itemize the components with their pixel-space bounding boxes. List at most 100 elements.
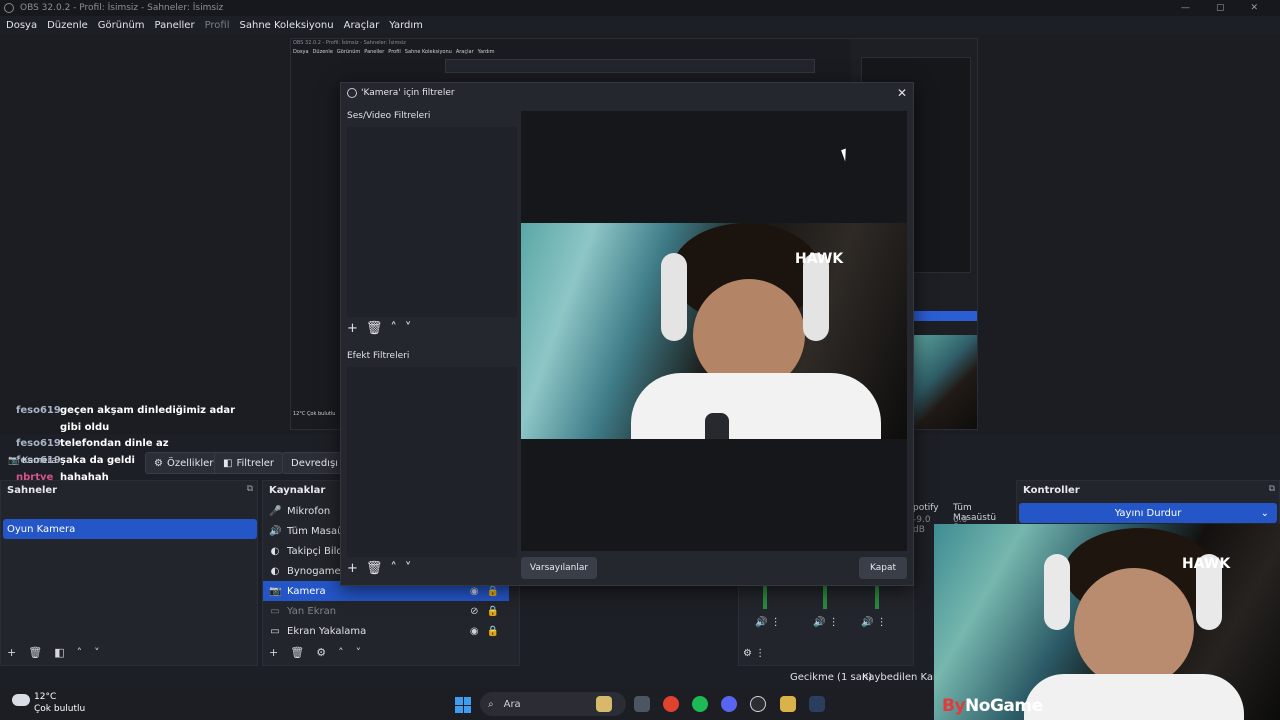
menu-paneller[interactable]: Paneller	[155, 20, 195, 31]
mixer-channel-1-value: -9.0 dB	[913, 515, 931, 535]
move-down-icon[interactable]: ˅	[356, 646, 362, 659]
file-explorer-icon[interactable]	[634, 696, 650, 712]
filters-dialog: 'Kamera' için filtreler ✕ Ses/Video Filt…	[340, 82, 914, 586]
menu-sahne-koleksiyonu[interactable]: Sahne Koleksiyonu	[240, 20, 334, 31]
windows-start-icon[interactable]	[455, 697, 471, 713]
speaker-icon[interactable]: 🔊 ⋮	[861, 617, 887, 628]
source-type-icon: ▭	[270, 605, 280, 617]
move-up-icon[interactable]: ˄	[77, 646, 83, 659]
weather-condition[interactable]: Çok bulutlu	[34, 704, 85, 714]
move-up-icon[interactable]: ˄	[390, 321, 397, 336]
scenes-header: Sahneler	[7, 484, 58, 496]
preview-headphone-left	[661, 253, 687, 341]
defaults-button[interactable]: Varsayılanlar	[521, 557, 597, 579]
spotify-icon[interactable]	[692, 696, 708, 712]
close-button[interactable]: ✕	[1250, 3, 1258, 13]
window-titlebar: OBS 32.0.2 - Profil: İsimsiz - Sahneler:…	[0, 0, 1280, 16]
webcam-face	[1074, 568, 1194, 688]
add-filter-icon[interactable]: +	[347, 561, 358, 576]
source-item[interactable]: ▭ Ekran Yakalama ◉ 🔒	[263, 621, 509, 641]
move-down-icon[interactable]: ˅	[405, 321, 412, 336]
source-toolbar-camera: 📷 Kamera	[8, 456, 57, 466]
nested-weather: 12°C Çok bulutlu	[293, 411, 336, 417]
chat-text: geçen akşam dinlediğimiz adar	[60, 404, 236, 416]
menu-gorunum[interactable]: Görünüm	[98, 20, 145, 31]
scene-filter-icon[interactable]: ◧	[54, 646, 64, 659]
dialog-title: 'Kamera' için filtreler	[361, 88, 455, 98]
chat-text: telefondan dinle az	[60, 438, 169, 450]
nested-menu-item: Dosya	[293, 49, 309, 55]
lock-icon[interactable]: 🔒	[487, 586, 499, 597]
add-scene-icon[interactable]: +	[7, 646, 16, 659]
speaker-icon[interactable]: 🔊 ⋮	[813, 617, 839, 628]
stop-stream-button[interactable]: Yayını Durdur ⌄	[1019, 503, 1277, 523]
delete-filter-icon[interactable]: 🗑	[366, 561, 383, 576]
properties-button[interactable]: ⚙ Özellikler	[145, 452, 223, 474]
delete-source-icon[interactable]: 🗑	[290, 646, 304, 659]
dialog-titlebar: 'Kamera' için filtreler	[347, 88, 455, 98]
lock-icon[interactable]: 🔒	[487, 606, 499, 617]
delete-scene-icon[interactable]: 🗑	[28, 646, 42, 659]
steam-icon[interactable]	[809, 696, 825, 712]
maximize-button[interactable]: ▢	[1216, 3, 1225, 13]
nested-menu-item: Paneller	[364, 49, 385, 55]
stop-stream-label: Yayını Durdur	[1114, 507, 1182, 519]
visibility-eye-icon[interactable]: ◉	[470, 626, 479, 637]
source-label: Ekran Yakalama	[287, 625, 367, 637]
close-dialog-button[interactable]: Kapat	[859, 557, 907, 579]
controls-header: Kontroller	[1023, 484, 1080, 496]
menu-yardim[interactable]: Yardım	[389, 20, 423, 31]
source-type-icon: 🎤	[269, 505, 282, 517]
minimize-button[interactable]: —	[1181, 3, 1190, 13]
move-up-icon[interactable]: ˄	[390, 561, 397, 576]
nested-title: OBS 32.0.2 - Profil: İsimsiz - Sahneler:…	[293, 40, 406, 46]
widgets-icon[interactable]	[596, 696, 612, 712]
scene-item-oyun-kamera[interactable]: Oyun Kamera	[3, 519, 257, 539]
menu-profil[interactable]: Profil	[205, 20, 230, 31]
volume-meter	[823, 585, 827, 609]
discord-icon[interactable]	[721, 696, 737, 712]
chat-message: gibi oldu	[16, 419, 256, 436]
move-down-icon[interactable]: ˅	[94, 646, 100, 659]
cloud-icon	[12, 694, 30, 706]
add-filter-icon[interactable]: +	[347, 321, 358, 336]
move-down-icon[interactable]: ˅	[405, 561, 412, 576]
undock-icon[interactable]: ⧉	[1269, 484, 1275, 494]
move-up-icon[interactable]: ˄	[338, 646, 344, 659]
nested-menu-item: Düzenle	[312, 49, 333, 55]
obs-app-icon	[4, 3, 14, 13]
filters-button[interactable]: ◧ Filtreler	[214, 452, 284, 474]
menu-duzenle[interactable]: Düzenle	[47, 20, 88, 31]
dialog-close-icon[interactable]: ✕	[897, 86, 907, 100]
visibility-eye-icon[interactable]: ⊘	[470, 606, 478, 617]
window-title: OBS 32.0.2 - Profil: İsimsiz - Sahneler:…	[20, 3, 224, 13]
nested-window	[445, 59, 815, 73]
weather-temperature[interactable]: 12°C	[34, 692, 56, 702]
app-icon[interactable]	[780, 696, 796, 712]
delay-status: Gecikme (1 san)	[790, 672, 873, 683]
filter-preview: HAWK	[521, 111, 907, 551]
mixer-settings-icon[interactable]: ⚙ ⋮	[743, 648, 765, 659]
av-filters-list[interactable]	[347, 127, 517, 317]
preview-microphone	[705, 413, 729, 439]
source-type-icon: ◐	[270, 565, 280, 577]
visibility-eye-icon[interactable]: ◉	[470, 586, 479, 597]
chevron-down-icon[interactable]: ⌄	[1261, 508, 1269, 519]
nested-menu-item: Profil	[388, 49, 401, 55]
effect-filters-list[interactable]	[347, 367, 517, 557]
menu-dosya[interactable]: Dosya	[6, 20, 37, 31]
source-type-icon: 📷	[269, 585, 282, 597]
nested-webcam	[911, 335, 977, 429]
nested-menu-item: Sahne Koleksiyonu	[404, 49, 452, 55]
source-settings-icon[interactable]: ⚙	[316, 646, 326, 659]
webcam-shirt	[1024, 674, 1244, 720]
speaker-icon[interactable]: 🔊 ⋮	[755, 617, 781, 628]
obs-taskbar-icon[interactable]	[750, 696, 766, 712]
chrome-icon[interactable]	[663, 696, 679, 712]
menu-araclar[interactable]: Araçlar	[344, 20, 380, 31]
undock-icon[interactable]: ⧉	[247, 484, 253, 494]
add-source-icon[interactable]: +	[269, 646, 278, 659]
delete-filter-icon[interactable]: 🗑	[366, 321, 383, 336]
source-item[interactable]: ▭ Yan Ekran ⊘ 🔒	[263, 601, 509, 621]
lock-icon[interactable]: 🔒	[487, 626, 499, 637]
